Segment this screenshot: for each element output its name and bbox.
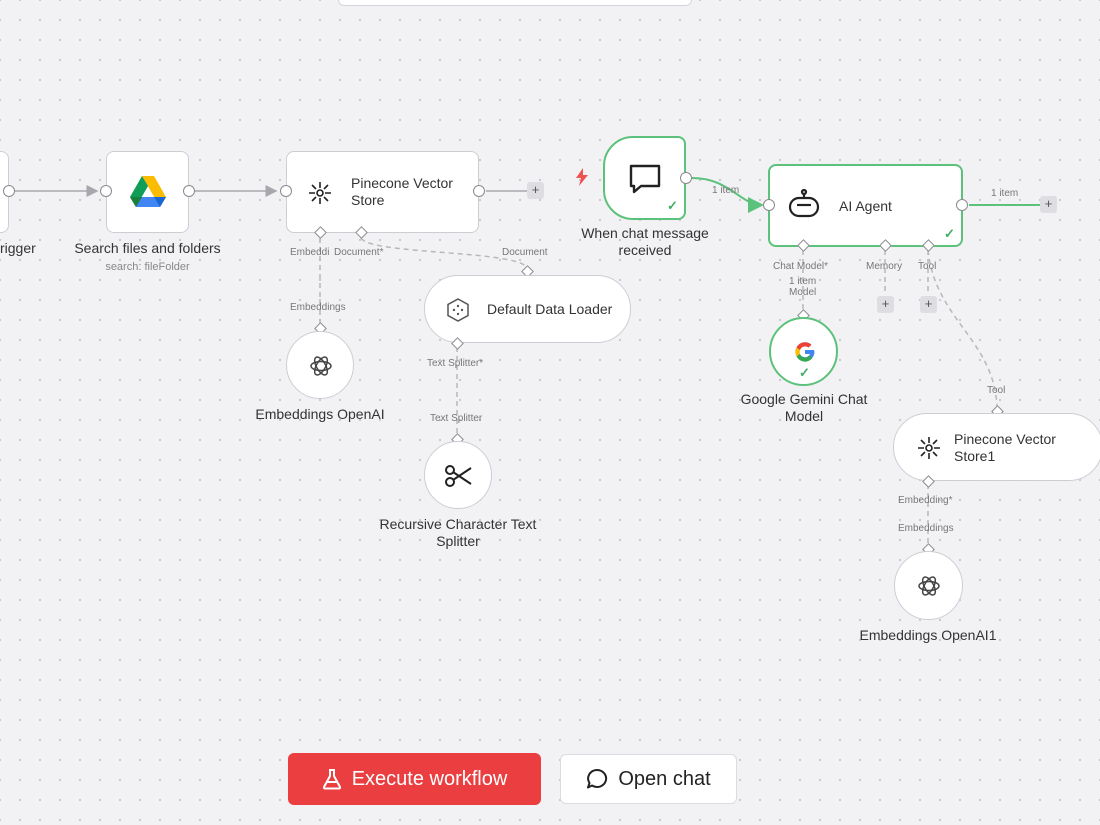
embeddi-label: Embeddi (290, 247, 330, 258)
chat-icon (587, 768, 608, 789)
chat-bubble-icon (629, 164, 661, 194)
execute-workflow-button[interactable]: Execute workflow (288, 753, 541, 805)
pinecone-input-port[interactable] (280, 185, 292, 197)
search-files-output-port[interactable] (183, 185, 195, 197)
tool-label: Tool (918, 261, 937, 272)
chat-trigger-success-icon: ✓ (667, 198, 678, 213)
hexagon-icon (447, 298, 469, 322)
chat-trigger-output-port[interactable] (680, 172, 692, 184)
add-tool-button[interactable]: + (920, 296, 937, 313)
pinecone-add-button[interactable]: + (527, 182, 544, 199)
ai-agent-title: AI Agent (839, 198, 892, 214)
embeddings-label: Embeddings (290, 302, 346, 313)
trigger-bolt-icon (576, 168, 588, 186)
pinecone-vector-store-title: Pinecone Vector Store (351, 175, 453, 208)
default-data-loader-title: Default Data Loader (487, 301, 613, 317)
text-splitter-label-text: Recursive Character Text Splitter (379, 516, 537, 549)
google-drive-icon (130, 176, 166, 207)
openai-icon (310, 356, 332, 376)
ai-agent-node[interactable]: AI Agent ✓ (768, 164, 963, 247)
text-splitter-required-label: Text Splitter* (427, 358, 484, 369)
agent-out-items-label: 1 item (991, 188, 1019, 199)
embeddings-openai-node[interactable] (286, 331, 354, 399)
ai-agent-success-icon: ✓ (944, 226, 955, 241)
chat-model-items-label: 1 item (789, 276, 817, 287)
open-chat-button[interactable]: Open chat (560, 754, 737, 804)
document-required-label: Document* (334, 247, 384, 258)
pinecone-output-port[interactable] (473, 185, 485, 197)
pinecone-vector-store-node[interactable]: Pinecone Vector Store (286, 151, 479, 233)
trigger-label: rigger (0, 240, 36, 256)
embedding-required-label: Embedding* (898, 495, 953, 506)
pinecone-vector-store1-node[interactable]: Pinecone Vector Store1 (893, 413, 1100, 481)
ai-agent-output-port[interactable] (956, 199, 968, 211)
chat-model-sub-label: Model (789, 287, 817, 298)
memory-label: Memory (866, 261, 903, 272)
text-splitter-label: Text Splitter (430, 413, 483, 424)
top-panel-edge (338, 0, 692, 6)
openai-icon (918, 576, 940, 596)
document-label: Document (502, 247, 548, 258)
gemini-chat-model-node[interactable]: ✓ (769, 317, 838, 386)
gemini-success-icon: ✓ (799, 365, 810, 380)
trigger-output-port[interactable] (3, 185, 15, 197)
chat-trigger-label: When chat message received (581, 225, 709, 258)
pinecone-vector-store1-title: Pinecone Vector Store1 (954, 431, 1056, 464)
pinecone-icon (309, 182, 331, 204)
search-files-label: Search files and folders (74, 240, 221, 256)
embeddings-openai-label: Embeddings OpenAI (255, 406, 385, 422)
ai-agent-add-button[interactable]: + (1040, 196, 1057, 213)
default-data-loader-node[interactable]: Default Data Loader (424, 275, 631, 343)
chat-items-label: 1 item (712, 185, 740, 196)
scissors-icon (445, 465, 472, 487)
chat-model-required-label: Chat Model* (773, 261, 829, 272)
google-icon (795, 342, 815, 362)
search-files-node[interactable] (106, 151, 189, 233)
tool-in-label: Tool (987, 385, 1006, 396)
embeddings-openai1-node[interactable] (894, 551, 963, 620)
flask-icon (322, 769, 341, 790)
gemini-label: Google Gemini Chat Model (740, 391, 868, 424)
embeddings-openai1-label: Embeddings OpenAI1 (859, 627, 997, 643)
embeddings2-label: Embeddings (898, 523, 954, 534)
search-files-input-port[interactable] (100, 185, 112, 197)
execute-workflow-label: Execute workflow (351, 767, 508, 790)
robot-icon (788, 188, 820, 218)
search-files-subtitle: search: fileFolder (105, 261, 190, 273)
add-memory-button[interactable]: + (877, 296, 894, 313)
chat-trigger-node[interactable]: ✓ (603, 136, 686, 220)
ai-agent-input-port[interactable] (763, 199, 775, 211)
open-chat-label: Open chat (618, 767, 711, 790)
text-splitter-node[interactable] (424, 441, 492, 509)
pinecone-icon (918, 437, 940, 459)
